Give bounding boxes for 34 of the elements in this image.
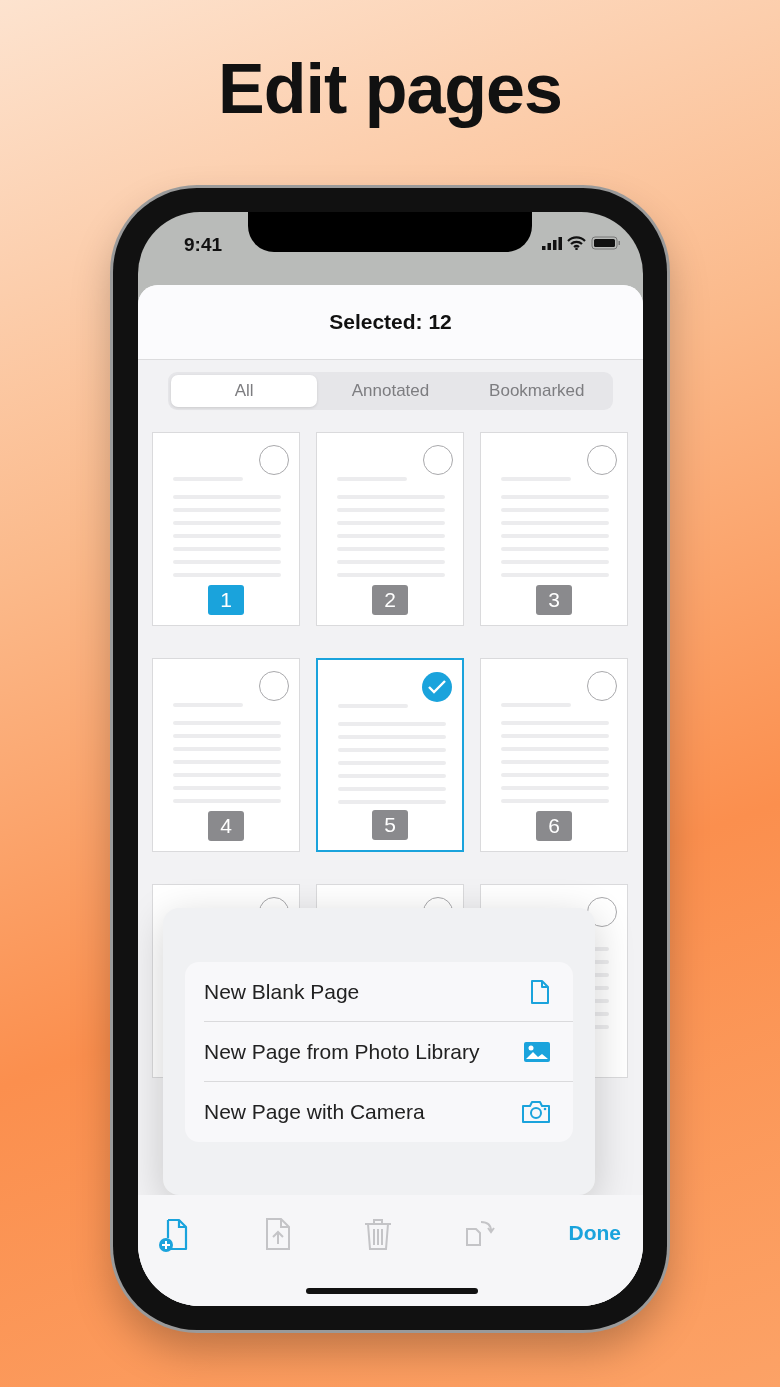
filter-tab[interactable]: All	[171, 375, 318, 407]
menu-item[interactable]: New Blank Page	[204, 962, 573, 1022]
status-time: 9:41	[184, 234, 223, 256]
select-circle[interactable]	[259, 445, 289, 475]
menu-item[interactable]: New Page from Photo Library	[204, 1022, 573, 1082]
select-circle[interactable]	[422, 672, 452, 702]
page-thumbnail[interactable]: 6	[480, 658, 628, 852]
select-circle[interactable]	[259, 671, 289, 701]
sheet-title: Selected: 12	[329, 310, 452, 334]
page-thumbnail[interactable]: 2	[316, 432, 464, 626]
page-number: 6	[536, 811, 572, 841]
filter-tab[interactable]: Bookmarked	[463, 375, 610, 407]
headline: Edit pages	[217, 49, 563, 130]
page-number: 4	[208, 811, 244, 841]
select-circle[interactable]	[423, 445, 453, 475]
page-thumbnail[interactable]: 3	[480, 432, 628, 626]
select-circle[interactable]	[587, 671, 617, 701]
page-number: 3	[536, 585, 572, 615]
camera-icon	[521, 1100, 551, 1124]
page-number: 1	[208, 585, 244, 615]
page-thumbnail[interactable]: 1	[152, 432, 300, 626]
battery-icon	[591, 236, 621, 250]
page-number: 5	[372, 810, 408, 840]
page-thumbnail[interactable]: 5	[316, 658, 464, 852]
image-icon	[523, 1040, 551, 1063]
signal-icon	[542, 236, 562, 250]
menu-item[interactable]: New Page with Camera	[204, 1082, 573, 1142]
filter-tab[interactable]: Annotated	[317, 375, 464, 407]
page-thumbnail[interactable]: 4	[152, 658, 300, 852]
wifi-icon	[567, 236, 586, 250]
done-button[interactable]: Done	[568, 1217, 621, 1245]
select-circle[interactable]	[587, 445, 617, 475]
page-number: 2	[372, 585, 408, 615]
document-icon	[529, 978, 551, 1005]
